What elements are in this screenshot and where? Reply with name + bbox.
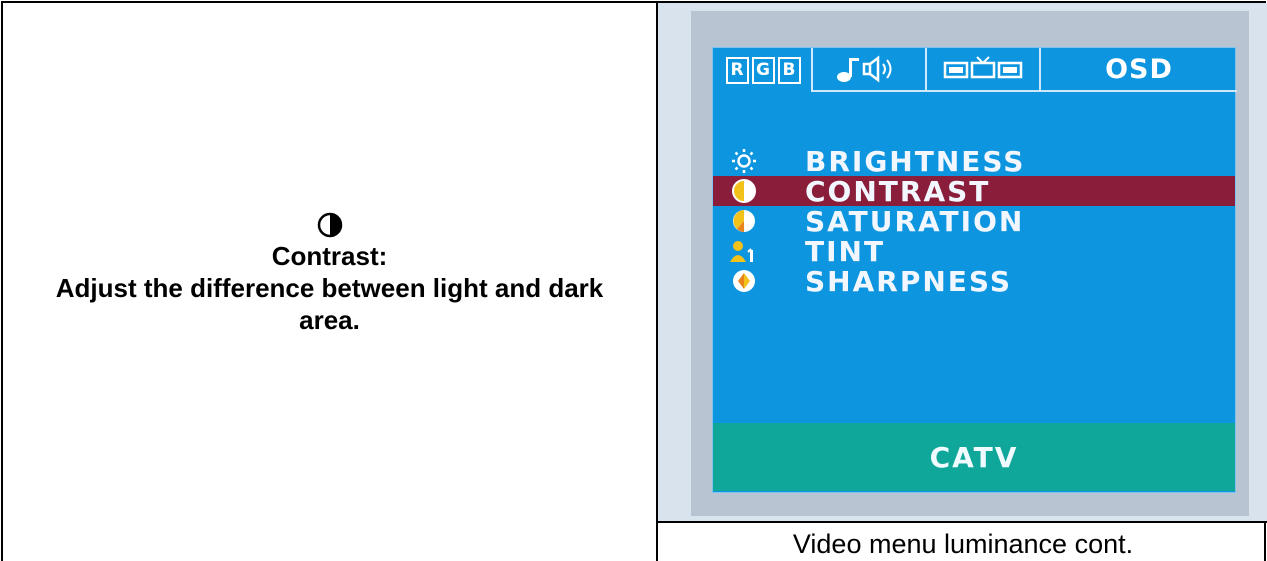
tab-osd-label: OSD — [1105, 53, 1173, 85]
screens-tv-icon — [943, 56, 1023, 79]
input-source-label: CATV — [929, 440, 1019, 474]
sharpness-icon — [727, 267, 761, 295]
osd-menu: R G B OSD BRIGHTNESS CONTRAST SATURATION… — [712, 47, 1237, 493]
menu-item-contrast[interactable]: CONTRAST — [713, 174, 1235, 208]
input-source-bar: CATV — [713, 423, 1235, 491]
rgb-letter-g: G — [751, 56, 775, 84]
menu-item-label: CONTRAST — [805, 174, 991, 208]
menu-item-sharpness[interactable]: SHARPNESS — [713, 264, 1235, 298]
osd-menu-list: BRIGHTNESS CONTRAST SATURATION TINT SHAR… — [713, 144, 1235, 298]
menu-item-brightness[interactable]: BRIGHTNESS — [713, 144, 1235, 178]
tab-display[interactable] — [925, 48, 1039, 92]
rgb-icon: R G B — [725, 56, 801, 84]
menu-item-label: BRIGHTNESS — [805, 144, 1026, 178]
rgb-letter-r: R — [725, 56, 749, 84]
description-title: Contrast: — [271, 241, 388, 271]
sun-icon — [727, 147, 761, 175]
menu-item-label: SHARPNESS — [805, 264, 1012, 298]
saturation-icon — [727, 207, 761, 235]
osd-tab-bar: R G B OSD — [713, 48, 1237, 92]
contrast-half-circle-icon — [317, 212, 342, 238]
document-table: Contrast: Adjust the difference between … — [1, 1, 1267, 561]
menu-item-label: SATURATION — [805, 204, 1025, 238]
tab-picture-rgb[interactable]: R G B — [717, 48, 809, 92]
menu-item-label: TINT — [805, 234, 886, 268]
tab-audio[interactable] — [811, 48, 925, 92]
figure-caption: Video menu luminance cont. — [792, 528, 1134, 559]
osd-photo-cell: R G B OSD BRIGHTNESS CONTRAST SATURATION… — [658, 3, 1267, 521]
contrast-icon — [727, 177, 761, 205]
description-cell: Contrast: Adjust the difference between … — [3, 3, 656, 561]
rgb-letter-b: B — [777, 56, 801, 84]
menu-item-tint[interactable]: TINT — [713, 234, 1235, 268]
music-speaker-icon — [837, 55, 892, 83]
tab-osd[interactable]: OSD — [1039, 48, 1237, 92]
tint-person-icon — [727, 237, 761, 265]
description-text: Adjust the difference between light and … — [55, 273, 604, 335]
menu-item-saturation[interactable]: SATURATION — [713, 204, 1235, 238]
